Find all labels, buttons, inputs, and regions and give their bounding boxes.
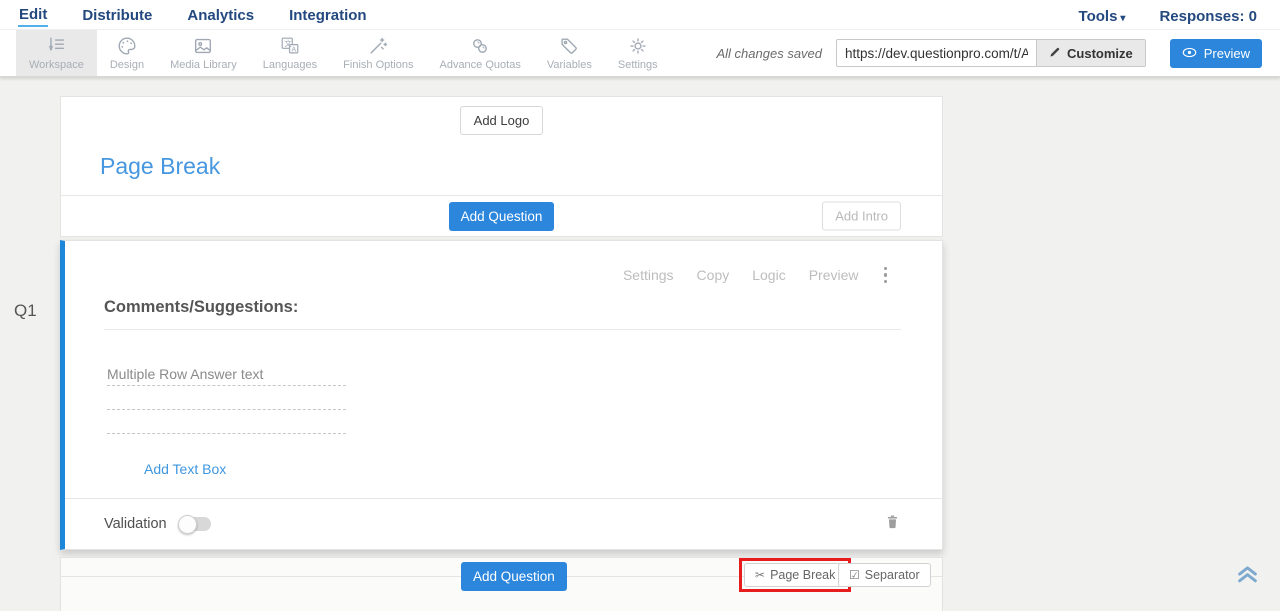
toolbar-item-design[interactable]: Design xyxy=(97,30,157,76)
validation-label: Validation xyxy=(104,516,167,532)
page-break-button[interactable]: ✂ Page Break xyxy=(744,563,846,587)
answer-row-3[interactable] xyxy=(107,410,346,434)
question-menu: Settings Copy Logic Preview xyxy=(623,263,891,287)
separator-label: Separator xyxy=(865,568,920,582)
toolbar-label: Advance Quotas xyxy=(439,59,520,71)
page-break-label: Page Break xyxy=(770,568,835,582)
answer-row-2[interactable] xyxy=(107,386,346,410)
add-question-button-top[interactable]: Add Question xyxy=(449,202,555,231)
question-logic-link[interactable]: Logic xyxy=(752,267,785,283)
add-intro-button[interactable]: Add Intro xyxy=(822,202,901,231)
toolbar-item-variables[interactable]: Variables xyxy=(534,30,605,76)
toolbar-label: Design xyxy=(110,59,144,71)
question-copy-link[interactable]: Copy xyxy=(697,267,730,283)
media-library-icon xyxy=(192,35,214,57)
page-break-icon: ✂ xyxy=(755,569,765,581)
validation-toggle[interactable] xyxy=(180,517,211,531)
workspace-icon xyxy=(45,35,67,57)
toolbar-label: Workspace xyxy=(29,59,84,71)
add-logo-button[interactable]: Add Logo xyxy=(460,106,544,135)
toolbar-item-languages[interactable]: 文A Languages xyxy=(250,30,330,76)
nav-tab-analytics[interactable]: Analytics xyxy=(186,4,255,26)
question-preview-link[interactable]: Preview xyxy=(809,267,859,283)
trash-icon xyxy=(884,513,901,535)
answer-rows: Multiple Row Answer text xyxy=(107,362,346,434)
nav-tab-distribute[interactable]: Distribute xyxy=(81,4,153,26)
survey-url-group: Customize xyxy=(836,39,1146,67)
pencil-icon xyxy=(1049,46,1061,61)
customize-button[interactable]: Customize xyxy=(1036,39,1146,67)
separator-button[interactable]: ☑ Separator xyxy=(838,563,931,587)
toolbar-right-group: All changes saved Customize Preview xyxy=(717,30,1263,76)
svg-text:A: A xyxy=(291,46,296,53)
customize-label: Customize xyxy=(1067,46,1133,61)
languages-icon: 文A xyxy=(279,35,301,57)
preview-button[interactable]: Preview xyxy=(1170,39,1262,68)
nav-tab-edit[interactable]: Edit xyxy=(18,3,48,27)
answer-row-1[interactable]: Multiple Row Answer text xyxy=(107,362,346,386)
toolbar-item-workspace[interactable]: Workspace xyxy=(16,30,97,76)
finish-options-icon xyxy=(367,35,389,57)
responses-count[interactable]: Responses: 0 xyxy=(1158,5,1258,25)
question-text[interactable]: Comments/Suggestions: xyxy=(104,298,942,317)
chevron-down-icon: ▾ xyxy=(1120,13,1125,24)
nav-tab-integration[interactable]: Integration xyxy=(288,4,368,26)
toolbar-label: Finish Options xyxy=(343,59,413,71)
eye-icon xyxy=(1182,46,1197,61)
question-settings-link[interactable]: Settings xyxy=(623,267,674,283)
validation-row: Validation xyxy=(65,498,942,549)
kebab-menu-icon[interactable] xyxy=(880,263,892,287)
tools-dropdown[interactable]: Tools▾ xyxy=(1078,5,1127,25)
double-chevron-up-icon xyxy=(1234,574,1261,591)
toggle-knob xyxy=(178,515,197,534)
add-text-box-link[interactable]: Add Text Box xyxy=(144,461,226,477)
toolbar-item-settings[interactable]: Settings xyxy=(605,30,671,76)
add-question-button-bottom[interactable]: Add Question xyxy=(461,562,567,591)
survey-editor-page: Edit Distribute Analytics Integration To… xyxy=(0,0,1280,611)
survey-title[interactable]: Page Break xyxy=(100,153,220,180)
design-icon xyxy=(116,35,138,57)
toolbar-label: Variables xyxy=(547,59,592,71)
editor-toolbar: Workspace Design Media Library 文A Langua… xyxy=(0,30,1280,77)
toolbar-label: Media Library xyxy=(170,59,237,71)
delete-question-button[interactable] xyxy=(884,513,901,535)
variables-icon xyxy=(558,35,580,57)
top-navigation: Edit Distribute Analytics Integration To… xyxy=(0,0,1280,30)
toolbar-item-advance-quotas[interactable]: Advance Quotas xyxy=(426,30,533,76)
question-card: Settings Copy Logic Preview Comments/Sug… xyxy=(60,240,943,550)
survey-header-card: Add Logo Page Break Add Question Add Int… xyxy=(60,96,943,237)
toolbar-items: Workspace Design Media Library 文A Langua… xyxy=(16,30,671,76)
toolbar-item-finish-options[interactable]: Finish Options xyxy=(330,30,426,76)
preview-label: Preview xyxy=(1204,46,1250,61)
settings-icon xyxy=(627,35,649,57)
add-logo-wrap: Add Logo xyxy=(61,106,942,135)
toolbar-label: Settings xyxy=(618,59,658,71)
question-divider xyxy=(104,329,901,330)
nav-right-group: Tools▾ Responses: 0 xyxy=(1078,5,1258,25)
advance-quotas-icon xyxy=(469,35,491,57)
check-square-icon: ☑ xyxy=(849,569,860,581)
survey-url-input[interactable] xyxy=(836,39,1036,67)
question-code-label: Q1 xyxy=(14,301,37,321)
survey-header-footer: Add Question Add Intro xyxy=(61,195,942,236)
toolbar-label: Languages xyxy=(263,59,317,71)
toolbar-item-media-library[interactable]: Media Library xyxy=(157,30,250,76)
scroll-to-top-button[interactable] xyxy=(1234,560,1261,592)
page-break-highlight: ✂ Page Break xyxy=(739,558,851,592)
nav-tabs: Edit Distribute Analytics Integration xyxy=(18,3,368,27)
save-status: All changes saved xyxy=(717,46,823,61)
